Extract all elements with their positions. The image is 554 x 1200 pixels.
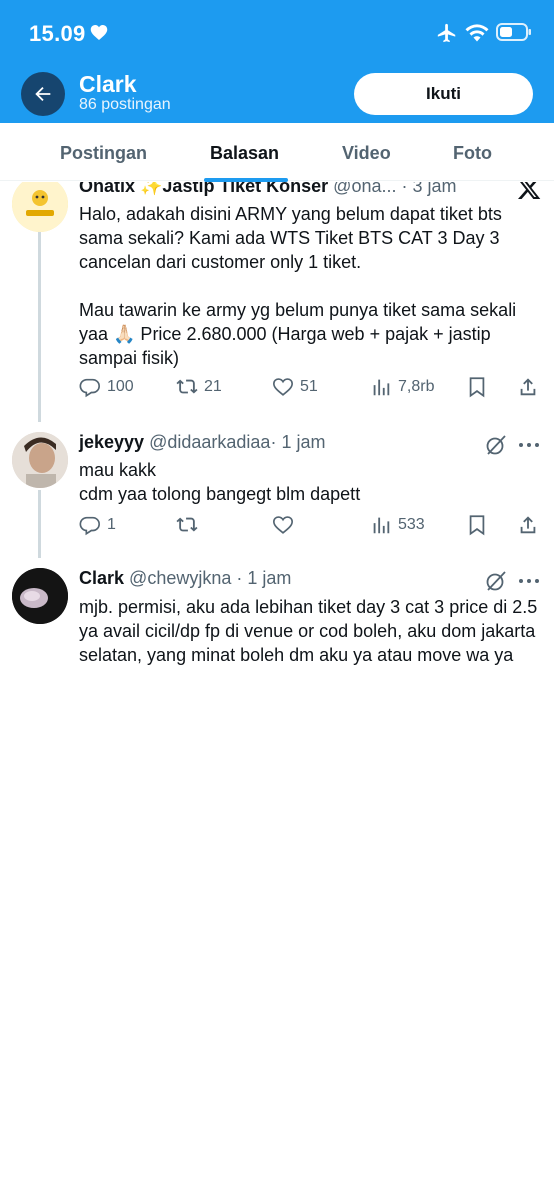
retweet-icon [176,517,198,532]
view-count: 7,8rb [398,378,435,395]
like-count: 51 [300,378,318,395]
reply-icon [79,378,100,398]
tweet-item[interactable]: jekeyyy @didaarkadiaa· 1 jam mau kakk cd… [0,422,554,558]
reply-count: 1 [107,516,116,533]
tab-postingan[interactable]: Postingan [60,143,147,164]
tweet-actions: 1 533 [79,514,539,538]
display-name[interactable]: Clark [79,568,124,588]
airplane-mode-icon [437,23,456,43]
analytics-icon [373,517,390,534]
tweet-header: Onatix ✨Jastip Tiket Konser @ona... · 3 … [79,182,457,197]
heart-icon [90,25,108,40]
reply-button[interactable]: 100 [79,376,134,398]
tab-video[interactable]: Video [342,143,391,164]
profile-tabs: Postingan Balasan Video Foto [0,123,554,182]
tweet-item[interactable]: Clark @chewyjkna · 1 jam mjb. permisi, a… [0,558,554,738]
more-options-icon[interactable] [518,442,540,448]
bookmark-icon[interactable] [466,514,488,536]
tab-foto[interactable]: Foto [453,143,492,164]
profile-name: Clark [79,71,137,97]
reply-button[interactable]: 1 [79,514,116,536]
onatix-logo [12,182,68,232]
retweet-button[interactable] [176,514,198,536]
post-count: 86 postingan [79,96,171,113]
more-options-icon[interactable] [518,578,540,584]
thread-line [38,232,41,422]
bookmark-icon[interactable] [466,376,488,398]
grok-icon[interactable] [484,433,508,457]
avatar[interactable] [12,182,68,232]
x-logo-icon [518,182,541,199]
status-time: 15.09 [29,21,86,46]
tab-balasan[interactable]: Balasan [210,143,279,164]
tweet-header: Clark @chewyjkna · 1 jam [79,568,291,589]
reply-icon [79,516,100,536]
tweet-header: jekeyyy @didaarkadiaa· 1 jam [79,432,325,453]
battery-icon [496,23,531,41]
retweet-count: 21 [204,378,222,395]
follow-button[interactable]: Ikuti [354,73,533,115]
share-icon[interactable] [517,376,539,398]
views-button[interactable]: 7,8rb [370,376,434,398]
user-handle[interactable]: @ona... [333,182,396,196]
tweet-text: mau kakk cdm yaa tolong bangegt blm dape… [79,460,361,504]
tweet-item[interactable]: Onatix ✨Jastip Tiket Konser @ona... · 3 … [0,182,554,422]
like-button[interactable] [272,514,294,536]
thread-line [38,490,41,558]
view-count: 533 [398,516,425,533]
analytics-icon [373,379,390,396]
display-name[interactable]: jekeyyy [79,432,144,452]
replies-feed: Onatix ✨Jastip Tiket Konser @ona... · 3 … [0,182,554,1088]
back-button[interactable] [21,72,65,116]
tweet-text: Halo, adakah disini ARMY yang belum dapa… [79,204,517,368]
user-handle[interactable]: @chewyjkna [129,568,231,588]
tweet-text: mjb. permisi, aku ada lebihan tiket day … [79,597,543,665]
avatar[interactable] [12,568,68,624]
grok-icon[interactable] [484,569,508,593]
tweet-time: · 1 jam [270,432,326,452]
share-icon[interactable] [517,514,539,536]
user-handle[interactable]: @didaarkadiaa [149,432,270,452]
profile-photo [12,432,68,488]
status-bar: 15.09 [0,0,554,64]
heart-icon [273,516,293,534]
display-name[interactable]: Onatix ✨Jastip Tiket Konser [79,182,328,196]
tweet-actions: 100 21 51 7,8rb [79,376,539,400]
heart-icon [273,378,293,396]
tweet-time: · 3 jam [401,182,457,196]
arrow-left-icon [35,86,51,102]
retweet-button[interactable]: 21 [176,376,222,398]
reply-count: 100 [107,378,134,395]
wifi-icon [465,24,489,42]
profile-header: 15.09 Clark 86 postingan Ikuti [0,0,554,123]
tweet-time: · 1 jam [236,568,292,588]
profile-photo [12,568,68,624]
avatar[interactable] [12,432,68,488]
views-button[interactable]: 533 [370,514,425,536]
retweet-icon [176,379,198,394]
like-button[interactable]: 51 [272,376,318,398]
